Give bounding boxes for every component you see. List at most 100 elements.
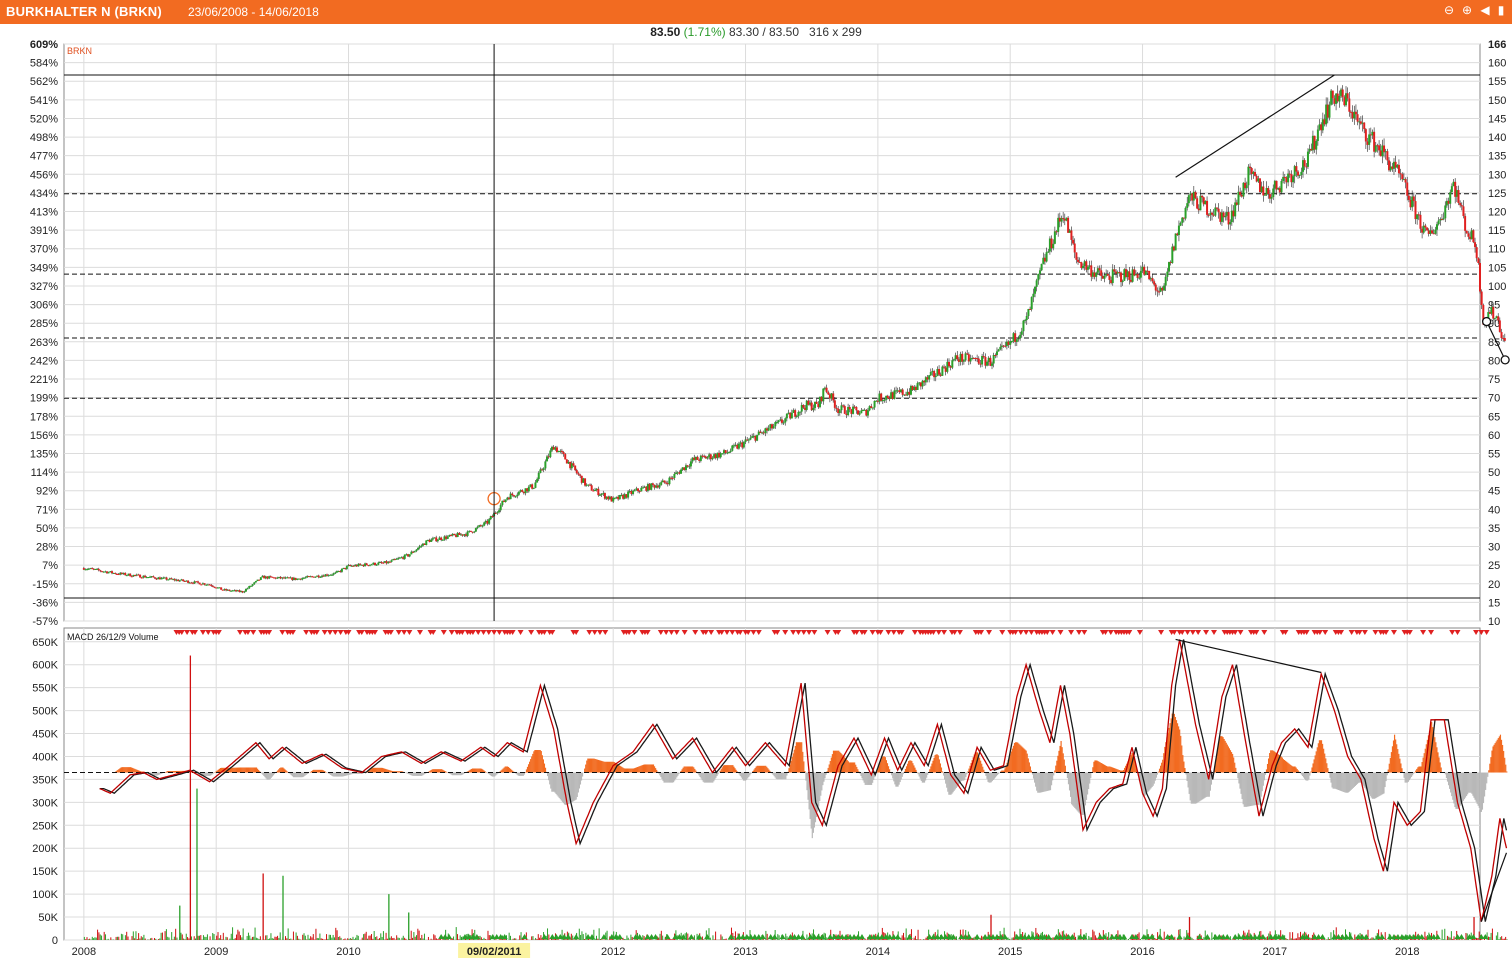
histogram-bar <box>634 767 637 773</box>
candle-body <box>1444 205 1447 219</box>
chart-svg[interactable]: 166609%160584%155562%150541%145520%14049… <box>0 0 1512 968</box>
histogram-bar <box>685 766 687 773</box>
x-tick-label: 2017 <box>1263 946 1287 958</box>
price-panel[interactable]: 166609%160584%155562%150541%145520%14049… <box>30 39 1510 628</box>
histogram-bar <box>256 768 259 773</box>
volume-bar <box>103 931 105 940</box>
volume-bar <box>1289 932 1291 940</box>
volume-bar <box>1167 939 1169 940</box>
volume-bar <box>337 936 339 940</box>
candle-body <box>99 570 102 572</box>
histogram-bar <box>1086 772 1089 795</box>
histogram-bar <box>981 763 983 773</box>
volume-bar <box>183 938 185 940</box>
candle-body <box>1187 195 1190 204</box>
histogram-bar <box>264 772 266 778</box>
histogram-bar <box>1201 772 1203 800</box>
volume-bar <box>519 935 521 940</box>
volume-bar <box>1474 939 1476 940</box>
histogram-bar <box>1188 772 1190 794</box>
candle-body <box>253 582 256 585</box>
histogram-bar <box>694 768 696 773</box>
histogram-bar <box>1153 772 1155 784</box>
volume-bar <box>1219 939 1221 940</box>
volume-bar <box>843 939 845 940</box>
histogram-bar <box>1380 772 1382 796</box>
volume-bar <box>1297 933 1299 940</box>
histogram-bar <box>164 772 167 773</box>
histogram-bar <box>413 772 415 776</box>
volume-bar <box>193 936 195 940</box>
histogram-bar <box>157 772 159 776</box>
candle-body <box>991 363 994 366</box>
histogram-bar <box>417 772 420 776</box>
histogram-bar <box>1070 772 1072 797</box>
histogram-bar <box>731 765 733 773</box>
histogram-bar <box>1198 772 1200 802</box>
candle-body <box>871 407 874 409</box>
histogram-bar <box>1196 772 1198 804</box>
histogram-bar <box>281 767 283 773</box>
histogram-bar <box>622 767 624 773</box>
volume-bar <box>356 934 358 940</box>
candle-body <box>512 495 515 497</box>
volume-bar <box>237 929 239 940</box>
histogram-bar <box>415 772 417 776</box>
histogram-bar <box>590 758 592 773</box>
candle-body <box>440 537 443 540</box>
histogram-bar <box>597 759 600 773</box>
candle-body <box>956 355 959 360</box>
histogram-bar <box>886 763 889 773</box>
histogram-bar <box>791 757 793 773</box>
histogram-bar <box>166 771 169 773</box>
histogram-bar <box>1017 742 1019 773</box>
histogram-bar <box>1053 772 1055 776</box>
histogram-bar <box>1221 736 1223 773</box>
candle-body <box>430 539 433 542</box>
candle-body <box>886 395 889 399</box>
y-left-tick-label: 413% <box>30 207 58 219</box>
histogram-bar <box>1187 772 1189 788</box>
volume-bar <box>557 938 559 940</box>
price-marker <box>1481 316 1492 327</box>
candle-body <box>536 479 539 483</box>
histogram-bar <box>595 759 597 773</box>
histogram-bar <box>720 769 722 773</box>
histogram-bar <box>603 761 605 773</box>
volume-bar <box>721 936 723 940</box>
histogram-bar <box>1066 772 1069 779</box>
histogram-bar <box>266 772 268 780</box>
histogram-bar <box>519 772 521 776</box>
histogram-bar <box>782 772 784 780</box>
candle-body <box>873 400 876 408</box>
x-tick-label: 2013 <box>733 946 757 958</box>
histogram-bar <box>1406 772 1408 783</box>
histogram-bar <box>1313 759 1315 773</box>
volume-spike <box>282 875 284 940</box>
volume-bar <box>188 938 190 940</box>
histogram-bar <box>848 762 850 773</box>
histogram-bar <box>518 772 520 776</box>
candle-body <box>425 540 428 546</box>
y-left-tick-label: 7% <box>42 560 58 572</box>
histogram-bar <box>437 769 440 773</box>
y-right-tick-label: 50 <box>1488 467 1500 479</box>
histogram-bar <box>581 772 584 777</box>
histogram-bar <box>1111 767 1113 773</box>
volume-bar <box>854 939 856 940</box>
volume-bar <box>1425 936 1427 940</box>
histogram-bar <box>707 772 710 783</box>
histogram-bar <box>349 772 351 775</box>
volume-bar <box>320 938 322 940</box>
macd-panel[interactable]: 650K600K550K500K450K400K350K300K250K200K… <box>32 627 1508 947</box>
candle-body <box>1497 316 1500 321</box>
volume-bar <box>671 939 673 940</box>
histogram-bar <box>1352 772 1354 788</box>
histogram-bar <box>1062 753 1064 773</box>
candle-body <box>544 461 547 469</box>
histogram-bar <box>759 765 762 773</box>
volume-bar <box>827 938 829 940</box>
histogram-bar <box>820 772 822 796</box>
volume-bar <box>303 933 305 940</box>
volume-bar <box>623 938 625 940</box>
